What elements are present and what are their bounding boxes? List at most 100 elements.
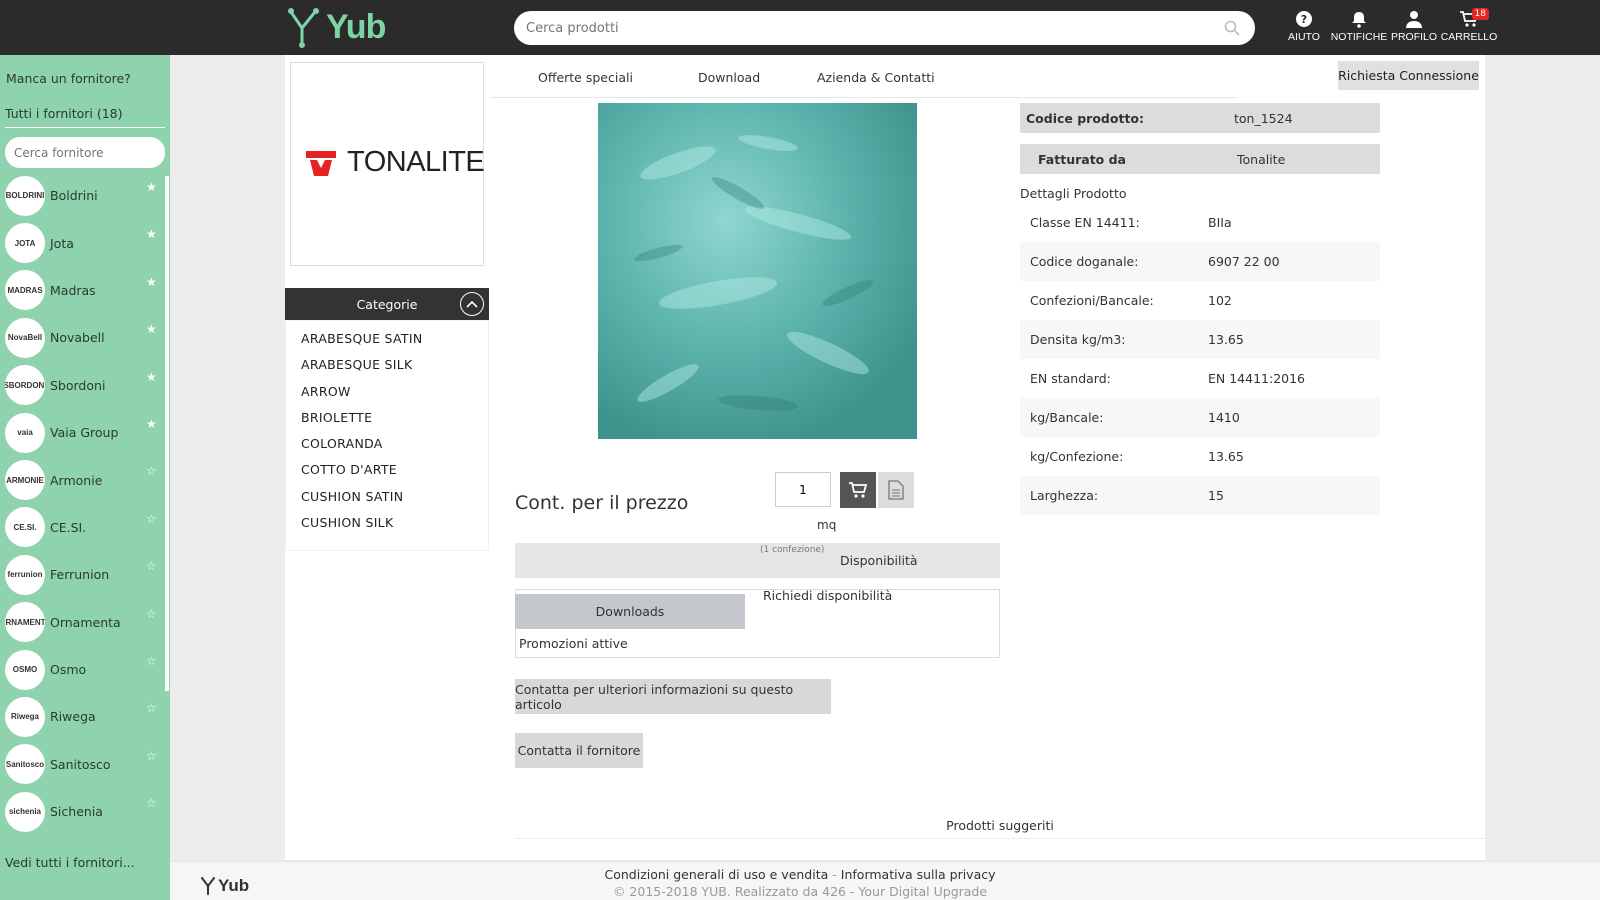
star-filled-icon[interactable]: ★	[146, 322, 157, 336]
supplier-brand-logo[interactable]: TONALITE	[290, 62, 485, 266]
supplier-name: CE.SI.	[50, 519, 87, 535]
top-icons: ? AIUTO NOTIFICHE PROFILO CARRELLO 18	[1279, 8, 1499, 43]
detail-row: Larghezza: 15	[1020, 476, 1380, 515]
product-details-table: Classe EN 14411: BIIa Codice doganale: 6907…	[1020, 203, 1380, 515]
supplier-name: Novabell	[50, 330, 105, 346]
star-filled-icon[interactable]: ★	[146, 227, 157, 241]
product-image	[598, 103, 917, 439]
supplier-item[interactable]: JOTA Jota ★	[0, 219, 166, 266]
supplier-name: Boldrini	[50, 188, 98, 204]
help-button[interactable]: ? AIUTO	[1279, 10, 1329, 43]
chevron-up-icon[interactable]	[460, 292, 484, 316]
yub-logo[interactable]: Yub	[286, 6, 386, 48]
availability-label: Disponibilità	[840, 553, 918, 568]
detail-key: Larghezza:	[1030, 488, 1099, 503]
missing-supplier-link[interactable]: Manca un fornitore?	[6, 71, 131, 86]
supplier-item[interactable]: ferrunion Ferrunion ☆	[0, 551, 166, 598]
supplier-item[interactable]: Sanitosco Sanitosco ☆	[0, 741, 166, 788]
supplier-name: Madras	[50, 282, 96, 298]
supplier-item[interactable]: ORNAMENTA Ornamenta ☆	[0, 599, 166, 646]
star-filled-icon[interactable]: ★	[146, 370, 157, 384]
supplier-item[interactable]: MADRAS Madras ★	[0, 267, 166, 314]
star-outline-icon[interactable]: ☆	[146, 796, 157, 810]
star-filled-icon[interactable]: ★	[146, 417, 157, 431]
cart-button[interactable]: CARRELLO 18	[1439, 8, 1499, 43]
star-outline-icon[interactable]: ☆	[146, 559, 157, 573]
detail-value: 6907 22 00	[1208, 254, 1280, 269]
supplier-logo: sichenia	[5, 791, 45, 832]
tile-texture	[598, 103, 917, 439]
supplier-search[interactable]	[5, 137, 165, 168]
supplier-list: BOLDRINI Boldrini ★ JOTA Jota ★ MADRAS Madras ★ N…	[0, 172, 166, 835]
tab-company-contacts[interactable]: Azienda & Contatti	[817, 70, 935, 85]
supplier-item[interactable]: NovaBell Novabell ★	[0, 314, 166, 361]
supplier-name: Osmo	[50, 662, 87, 678]
category-item[interactable]: COTTO D'ARTE	[286, 457, 488, 483]
star-outline-icon[interactable]: ☆	[146, 464, 157, 478]
supplier-item[interactable]: sichenia Sichenia ☆	[0, 788, 166, 835]
category-item[interactable]: ARABESQUE SATIN	[286, 326, 488, 352]
category-item[interactable]: COLORANDA	[286, 431, 488, 457]
supplier-logo: Sanitosco	[5, 744, 45, 785]
copyright: © 2015-2018 YUB. Realizzato da 426 - You…	[612, 884, 988, 899]
add-to-cart-button[interactable]	[840, 472, 876, 508]
star-filled-icon[interactable]: ★	[146, 180, 157, 194]
profile-button[interactable]: PROFILO	[1389, 10, 1439, 43]
all-suppliers-link[interactable]: Tutti i fornitori (18)	[5, 106, 165, 128]
category-item[interactable]: CUSHION SATIN	[286, 484, 488, 510]
star-outline-icon[interactable]: ☆	[146, 512, 157, 526]
supplier-name: Ornamenta	[50, 614, 121, 630]
document-icon	[888, 480, 904, 500]
supplier-logo: ferrunion	[5, 554, 45, 595]
categories-header[interactable]: Categorie	[285, 288, 489, 320]
supplier-item[interactable]: BOLDRINI Boldrini ★	[0, 172, 166, 219]
footer-logo[interactable]: Yub	[200, 876, 249, 896]
star-outline-icon[interactable]: ☆	[146, 701, 157, 715]
supplier-item[interactable]: vaia Vaia Group ★	[0, 409, 166, 456]
supplier-item[interactable]: SBORDONI Sbordoni ★	[0, 362, 166, 409]
cart-count-badge: 18	[1471, 8, 1489, 20]
request-availability-link[interactable]: Richiedi disponibilità	[763, 588, 892, 603]
yub-logo-icon	[288, 8, 319, 48]
brand-name: TONALITE	[347, 146, 485, 178]
quantity-input[interactable]	[775, 472, 831, 507]
category-item[interactable]: CUSHION SILK	[286, 510, 488, 536]
detail-row: kg/Bancale: 1410	[1020, 398, 1380, 437]
supplier-item[interactable]: Riwega Riwega ☆	[0, 693, 166, 740]
supplier-search-input[interactable]	[14, 145, 156, 160]
sidebar-scrollbar[interactable]	[165, 176, 169, 691]
supplier-item[interactable]: CE.SI. CE.SI. ☆	[0, 504, 166, 551]
downloads-tab[interactable]: Downloads	[515, 594, 745, 629]
notifications-button[interactable]: NOTIFICHE	[1329, 10, 1389, 43]
star-outline-icon[interactable]: ☆	[146, 654, 157, 668]
supplier-item[interactable]: OSMO Osmo ☆	[0, 646, 166, 693]
star-outline-icon[interactable]: ☆	[146, 607, 157, 621]
detail-key: Classe EN 14411:	[1030, 215, 1140, 230]
detail-row: kg/Confezione: 13.65	[1020, 437, 1380, 476]
contact-info-button[interactable]: Contatta per ulteriori informazioni su q…	[515, 679, 831, 714]
product-code-row: Codice prodotto: ton_1524	[1020, 103, 1380, 133]
detail-value: 102	[1208, 293, 1232, 308]
detail-key: Codice doganale:	[1030, 254, 1139, 269]
see-all-suppliers-link[interactable]: Vedi tutti i fornitori...	[5, 855, 135, 870]
categories-title: Categorie	[356, 296, 418, 312]
unit-label: mq	[817, 518, 837, 532]
supplier-logo: ORNAMENTA	[5, 602, 45, 643]
privacy-link[interactable]: Informativa sulla privacy	[841, 867, 996, 882]
product-search-input[interactable]	[526, 20, 1221, 36]
terms-link[interactable]: Condizioni generali di uso e vendita	[604, 867, 828, 882]
contact-supplier-button[interactable]: Contatta il fornitore	[515, 733, 643, 768]
tab-special-offers[interactable]: Offerte speciali	[538, 70, 633, 85]
request-connection-button[interactable]: Richiesta Connessione	[1338, 61, 1479, 90]
search-icon[interactable]	[1221, 17, 1243, 39]
tab-download[interactable]: Download	[698, 70, 760, 85]
supplier-item[interactable]: ARMONIE Armonie ☆	[0, 456, 166, 503]
category-item[interactable]: ARROW	[286, 379, 488, 405]
detail-row: Codice doganale: 6907 22 00	[1020, 242, 1380, 281]
category-item[interactable]: ARABESQUE SILK	[286, 352, 488, 378]
category-item[interactable]: BRIOLETTE	[286, 405, 488, 431]
star-filled-icon[interactable]: ★	[146, 275, 157, 289]
star-outline-icon[interactable]: ☆	[146, 749, 157, 763]
product-search[interactable]	[514, 11, 1255, 45]
document-button[interactable]	[878, 472, 914, 508]
